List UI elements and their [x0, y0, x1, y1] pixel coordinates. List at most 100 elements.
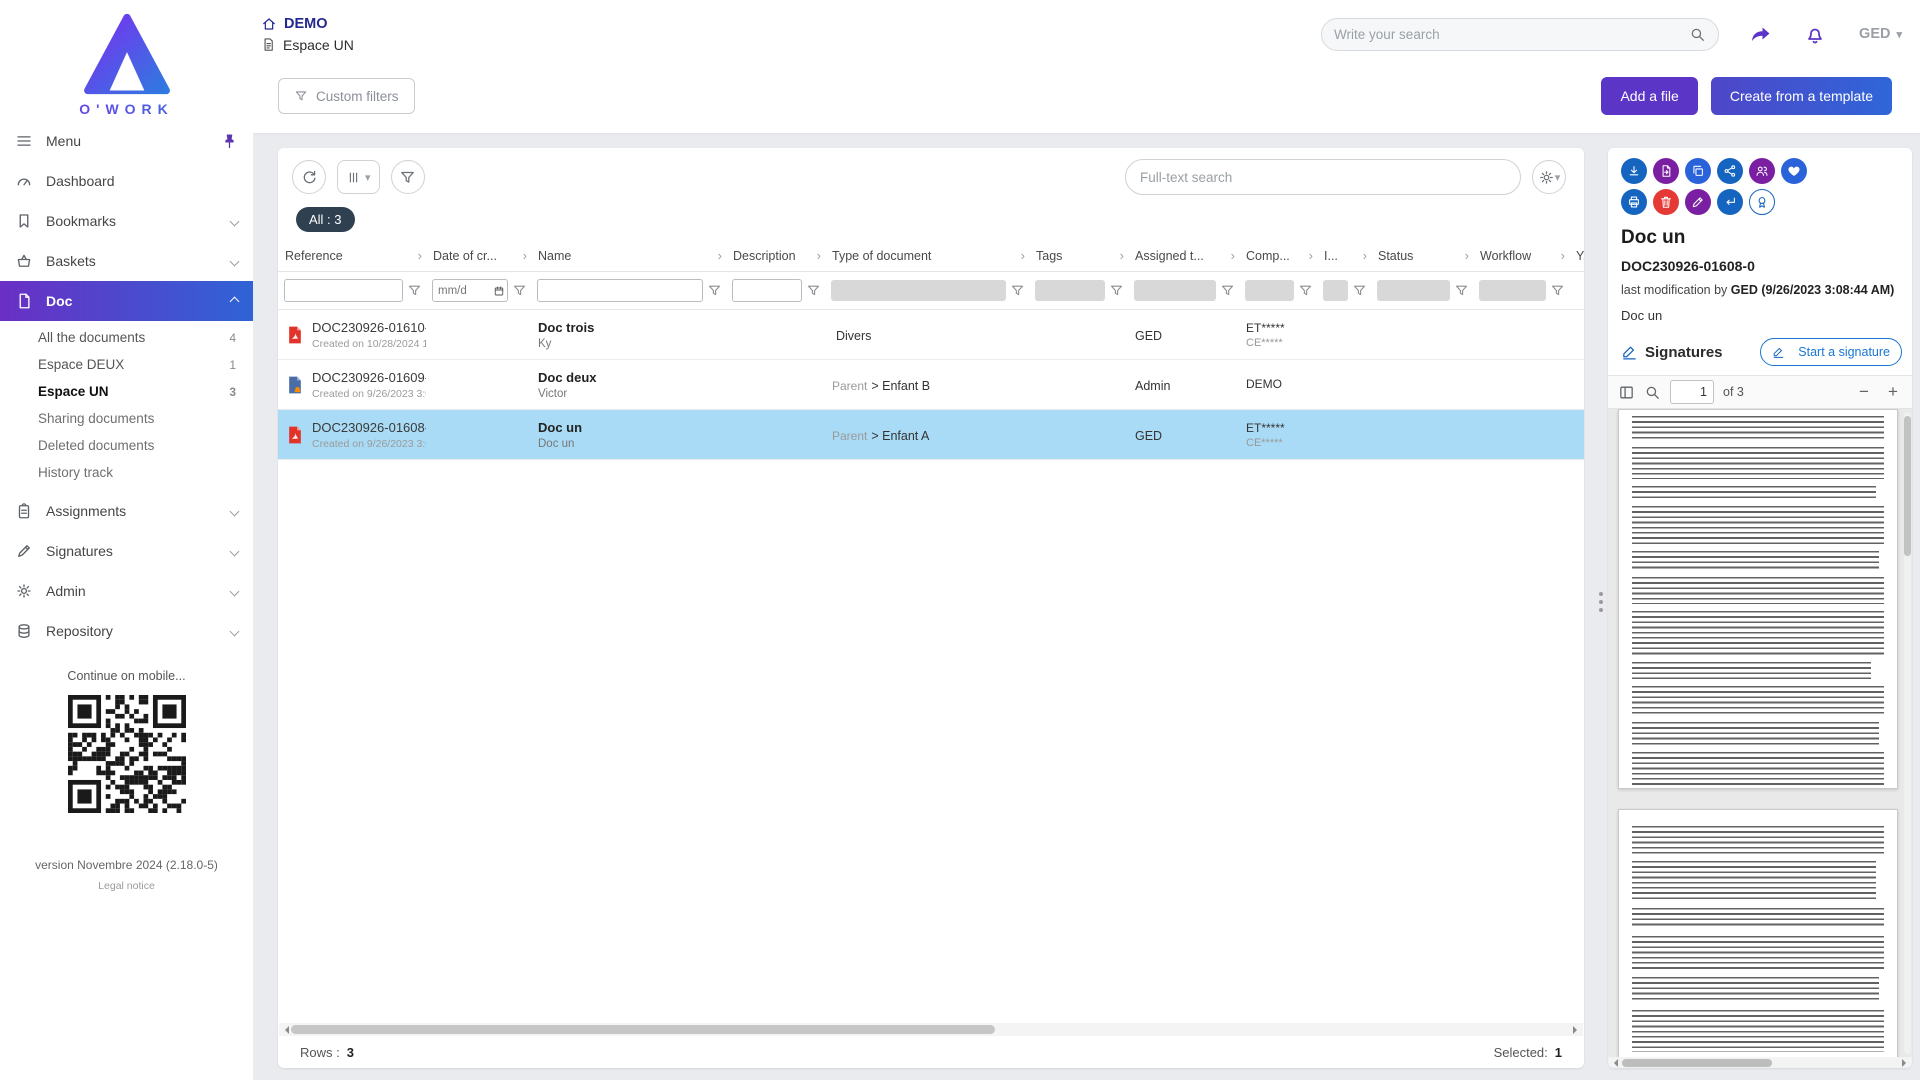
global-search-input[interactable]	[1334, 27, 1689, 42]
pdf-viewer[interactable]	[1608, 409, 1912, 1068]
column-header-date[interactable]: Date of cr...	[426, 240, 531, 271]
certify-button[interactable]	[1749, 189, 1775, 215]
sidebar-item-repository[interactable]: Repository	[0, 611, 253, 651]
share-icon[interactable]	[1749, 22, 1773, 46]
filter-assigned-select[interactable]	[1134, 280, 1216, 301]
column-header-name[interactable]: Name	[531, 240, 726, 271]
sidebar-item-espace-un[interactable]: Espace UN 3	[0, 378, 253, 405]
sidebar-item-deleted-documents[interactable]: Deleted documents	[0, 432, 253, 459]
search-icon[interactable]	[1644, 384, 1661, 401]
scroll-left-arrow-icon[interactable]	[1610, 1059, 1618, 1067]
user-menu[interactable]: GED	[1859, 26, 1902, 42]
filter-company-select[interactable]	[1245, 280, 1294, 301]
column-header-company[interactable]: Comp...	[1239, 240, 1317, 271]
table-row[interactable]: DOC230926-01610-3 Created on 10/28/2024 …	[278, 310, 1584, 360]
funnel-icon[interactable]	[1010, 283, 1025, 298]
notifications-bell-icon[interactable]	[1803, 22, 1827, 46]
scrollbar-thumb[interactable]	[1904, 416, 1911, 556]
print-button[interactable]	[1621, 189, 1647, 215]
funnel-icon[interactable]	[407, 283, 422, 298]
fulltext-search-input[interactable]	[1140, 170, 1506, 185]
search-icon[interactable]	[1689, 26, 1706, 43]
sidebar-item-dashboard[interactable]: Dashboard	[0, 161, 253, 201]
create-from-template-button[interactable]: Create from a template	[1711, 77, 1892, 115]
column-header-description[interactable]: Description	[726, 240, 825, 271]
share-button[interactable]	[1717, 158, 1743, 184]
table-row[interactable]: DOC230926-01609-0 Created on 9/26/2023 3…	[278, 360, 1584, 410]
scroll-right-arrow-icon[interactable]	[1902, 1059, 1910, 1067]
filter-status-select[interactable]	[1377, 280, 1450, 301]
funnel-icon[interactable]	[512, 283, 527, 298]
pdf-vertical-scrollbar[interactable]	[1904, 412, 1911, 1054]
workflow-return-button[interactable]	[1717, 189, 1743, 215]
sidebar-item-baskets[interactable]: Baskets	[0, 241, 253, 281]
panel-resize-handle[interactable]	[1599, 592, 1603, 612]
column-header-type[interactable]: Type of document	[825, 240, 1029, 271]
funnel-icon[interactable]	[707, 283, 722, 298]
custom-filters-button[interactable]: Custom filters	[278, 78, 415, 114]
breadcrumb-space[interactable]: Espace UN	[261, 37, 354, 53]
export-file-button[interactable]	[1653, 158, 1679, 184]
calendar-icon[interactable]	[493, 285, 505, 297]
sub-item-label: All the documents	[38, 330, 145, 345]
scrollbar-thumb[interactable]	[291, 1025, 995, 1034]
column-header-status[interactable]: Status	[1371, 240, 1473, 271]
funnel-icon[interactable]	[1298, 283, 1313, 298]
toggle-sidebar-icon[interactable]	[1618, 384, 1635, 401]
duplicate-button[interactable]	[1685, 158, 1711, 184]
sidebar-item-doc[interactable]: Doc	[0, 281, 253, 321]
breadcrumb-home[interactable]: DEMO	[261, 16, 354, 32]
sidebar-item-bookmarks[interactable]: Bookmarks	[0, 201, 253, 241]
sidebar-item-menu[interactable]: Menu	[0, 121, 253, 161]
sidebar-item-assignments[interactable]: Assignments	[0, 491, 253, 531]
funnel-icon[interactable]	[1550, 283, 1565, 298]
download-button[interactable]	[1621, 158, 1647, 184]
zoom-out-button[interactable]	[1855, 383, 1873, 401]
column-header-workflow[interactable]: Workflow	[1473, 240, 1569, 271]
funnel-icon[interactable]	[1220, 283, 1235, 298]
filter-tags-select[interactable]	[1035, 280, 1105, 301]
sidebar-item-admin[interactable]: Admin	[0, 571, 253, 611]
table-settings-button[interactable]	[1532, 160, 1566, 194]
sidebar-item-all-documents[interactable]: All the documents 4	[0, 324, 253, 351]
edit-button[interactable]	[1685, 189, 1711, 215]
table-row-selected[interactable]: DOC230926-01608-0 Created on 9/26/2023 3…	[278, 410, 1584, 460]
refresh-button[interactable]	[292, 160, 326, 194]
delete-button[interactable]	[1653, 189, 1679, 215]
funnel-icon[interactable]	[806, 283, 821, 298]
column-header-reference[interactable]: Reference	[278, 240, 426, 271]
sidebar-item-signatures[interactable]: Signatures	[0, 531, 253, 571]
funnel-icon[interactable]	[1352, 283, 1367, 298]
filter-workflow-select[interactable]	[1479, 280, 1546, 301]
pin-icon[interactable]	[221, 133, 238, 150]
column-header-i[interactable]: I...	[1317, 240, 1371, 271]
funnel-icon[interactable]	[1109, 283, 1124, 298]
sidebar-item-sharing-documents[interactable]: Sharing documents	[0, 405, 253, 432]
page-number-input[interactable]	[1670, 380, 1714, 404]
scroll-left-arrow-icon[interactable]	[281, 1026, 289, 1034]
column-header-assigned[interactable]: Assigned t...	[1128, 240, 1239, 271]
table-horizontal-scrollbar[interactable]	[279, 1023, 1583, 1036]
favorite-button[interactable]	[1781, 158, 1807, 184]
column-header-tags[interactable]: Tags	[1029, 240, 1128, 271]
filter-i-select[interactable]	[1323, 280, 1348, 301]
filter-type-select[interactable]	[831, 280, 1006, 301]
funnel-icon[interactable]	[1454, 283, 1469, 298]
legal-notice-link[interactable]: Legal notice	[0, 880, 253, 892]
scrollbar-thumb[interactable]	[1622, 1059, 1772, 1067]
sidebar-item-espace-deux[interactable]: Espace DEUX 1	[0, 351, 253, 378]
column-header-y[interactable]: Y...	[1569, 241, 1584, 271]
scroll-right-arrow-icon[interactable]	[1573, 1026, 1581, 1034]
pdf-horizontal-scrollbar[interactable]	[1608, 1057, 1912, 1068]
tab-all-documents[interactable]: All : 3	[296, 207, 355, 232]
zoom-in-button[interactable]	[1884, 383, 1902, 401]
sidebar-item-history-track[interactable]: History track	[0, 459, 253, 486]
filter-description-input[interactable]	[732, 279, 802, 302]
permissions-button[interactable]	[1749, 158, 1775, 184]
filter-name-input[interactable]	[537, 279, 703, 302]
start-signature-button[interactable]: Start a signature	[1760, 338, 1902, 366]
filter-reference-input[interactable]	[284, 279, 403, 302]
columns-button[interactable]	[337, 160, 380, 194]
add-file-button[interactable]: Add a file	[1601, 77, 1697, 115]
filters-button[interactable]	[391, 160, 425, 194]
